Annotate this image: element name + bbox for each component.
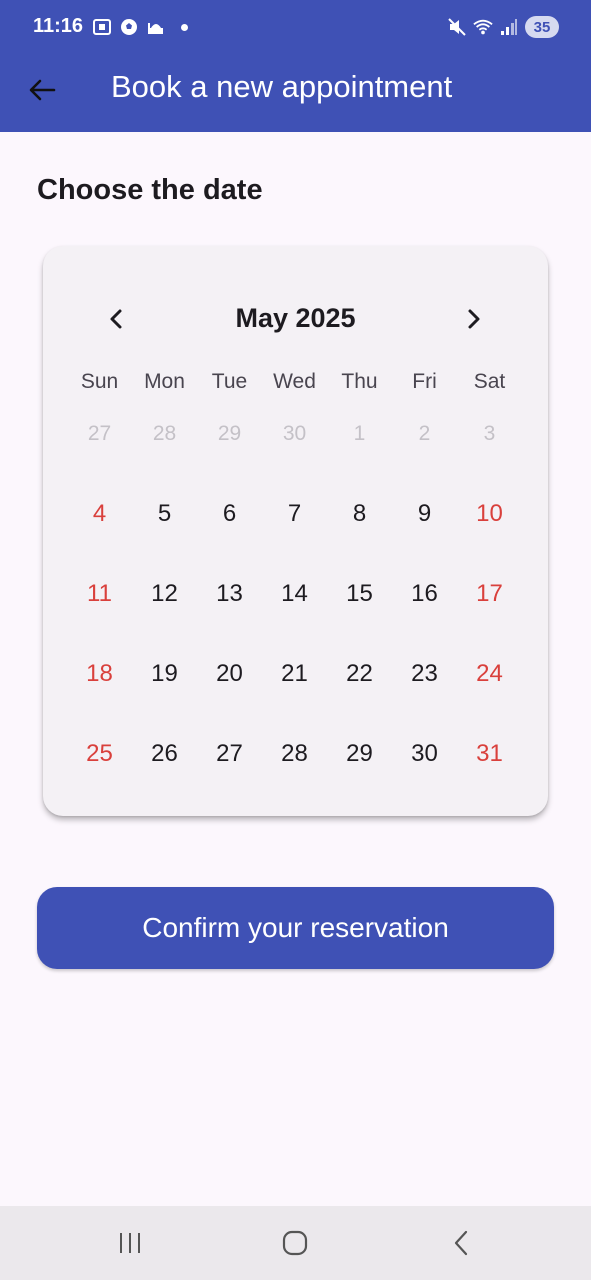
calendar-day-outside-month: 27: [87, 422, 112, 445]
chevron-right-icon: [468, 309, 480, 329]
weekday-label: Wed: [273, 370, 316, 393]
recent-apps-button[interactable]: [110, 1228, 150, 1258]
calendar-week-row: 4 5 6 7 8 9 10: [67, 494, 522, 574]
weekday-header: Sun Mon Tue Wed Thu Fri Sat: [67, 370, 522, 394]
calendar-day[interactable]: 26: [132, 734, 197, 774]
signal-icon: [499, 17, 519, 37]
calendar-day[interactable]: 5: [132, 494, 197, 534]
calendar-day-outside-month: 3: [483, 422, 496, 445]
calendar-day[interactable]: 4: [67, 494, 132, 534]
calendar-day[interactable]: 27: [197, 734, 262, 774]
status-bar: 11:16 35: [0, 0, 591, 56]
weekday-label: Fri: [412, 370, 437, 393]
calendar-day[interactable]: 22: [327, 654, 392, 694]
calendar-day[interactable]: 25: [67, 734, 132, 774]
calendar-day-outside-month: 29: [217, 422, 242, 445]
mute-icon: [447, 17, 467, 37]
weekday-label: Tue: [211, 370, 248, 393]
system-back-button[interactable]: [441, 1228, 481, 1258]
calendar-week-row: 25 26 27 28 29 30 31: [67, 734, 522, 814]
status-icons-right: 35: [447, 16, 559, 38]
weekday-label: Sat: [473, 370, 506, 393]
calendar-day[interactable]: 20: [197, 654, 262, 694]
calendar-week-row: 11 12 13 14 15 16 17: [67, 574, 522, 654]
status-icons-left: [92, 17, 188, 37]
battery-icon: 35: [525, 16, 559, 38]
weekday-label: Sun: [80, 370, 119, 393]
calendar-day[interactable]: 11: [67, 574, 132, 614]
calendar-day-outside-month: 1: [353, 422, 366, 445]
page-title: Book a new appointment: [111, 69, 453, 104]
calendar-week-row: 18 19 20 21 22 23 24: [67, 654, 522, 734]
calendar-day[interactable]: 9: [392, 494, 457, 534]
section-title: Choose the date: [37, 174, 263, 206]
calendar-day[interactable]: 6: [197, 494, 262, 534]
recent-apps-icon: [120, 1233, 140, 1253]
calendar-day[interactable]: 24: [457, 654, 522, 694]
calendar-day[interactable]: 19: [132, 654, 197, 694]
wifi-icon: [473, 17, 493, 37]
calendar-day[interactable]: 30: [392, 734, 457, 774]
status-time: 11:16: [33, 15, 84, 37]
soccer-ball-icon: [119, 17, 139, 37]
calendar-day[interactable]: 7: [262, 494, 327, 534]
mosque-icon: [146, 17, 166, 37]
calendar-week-row: 27 28 29 30 1 2 3: [67, 414, 522, 494]
next-month-button[interactable]: [457, 302, 491, 336]
weekday-label: Thu: [341, 370, 378, 393]
calendar-day[interactable]: 8: [327, 494, 392, 534]
arrow-left-icon: [29, 79, 56, 101]
calendar-day[interactable]: 28: [262, 734, 327, 774]
calendar-card: May 2025 Sun Mon Tue Wed Thu Fri Sat 27 2…: [43, 246, 548, 816]
calendar-grid: 27 28 29 30 1 2 3 4 5 6 7 8 9 10 11 12 13 14 15 16 17 18 19 20 2…: [67, 414, 522, 814]
weekday-label: Mon: [144, 370, 185, 393]
calendar-day[interactable]: 10: [457, 494, 522, 534]
screenshot-icon: [92, 17, 112, 37]
calendar-day[interactable]: 12: [132, 574, 197, 614]
calendar-day[interactable]: 29: [327, 734, 392, 774]
back-arrow-button[interactable]: [22, 70, 62, 110]
home-button[interactable]: [275, 1228, 315, 1258]
back-icon: [454, 1230, 468, 1256]
calendar-day[interactable]: 16: [392, 574, 457, 614]
calendar-day[interactable]: 21: [262, 654, 327, 694]
calendar-day[interactable]: 17: [457, 574, 522, 614]
calendar-day[interactable]: 18: [67, 654, 132, 694]
confirm-reservation-button[interactable]: Confirm your reservation: [37, 887, 554, 969]
calendar-day-outside-month: 30: [282, 422, 307, 445]
calendar-day[interactable]: 14: [262, 574, 327, 614]
calendar-day-outside-month: 2: [418, 422, 431, 445]
calendar-day[interactable]: 31: [457, 734, 522, 774]
app-bar: 11:16 35 Book a new appointment: [0, 0, 591, 132]
calendar-day[interactable]: 15: [327, 574, 392, 614]
calendar-day[interactable]: 13: [197, 574, 262, 614]
notification-dot: [181, 23, 188, 31]
system-nav-bar: [0, 1206, 591, 1280]
calendar-day-outside-month: 28: [152, 422, 177, 445]
calendar-day[interactable]: 23: [392, 654, 457, 694]
home-icon: [282, 1230, 308, 1256]
